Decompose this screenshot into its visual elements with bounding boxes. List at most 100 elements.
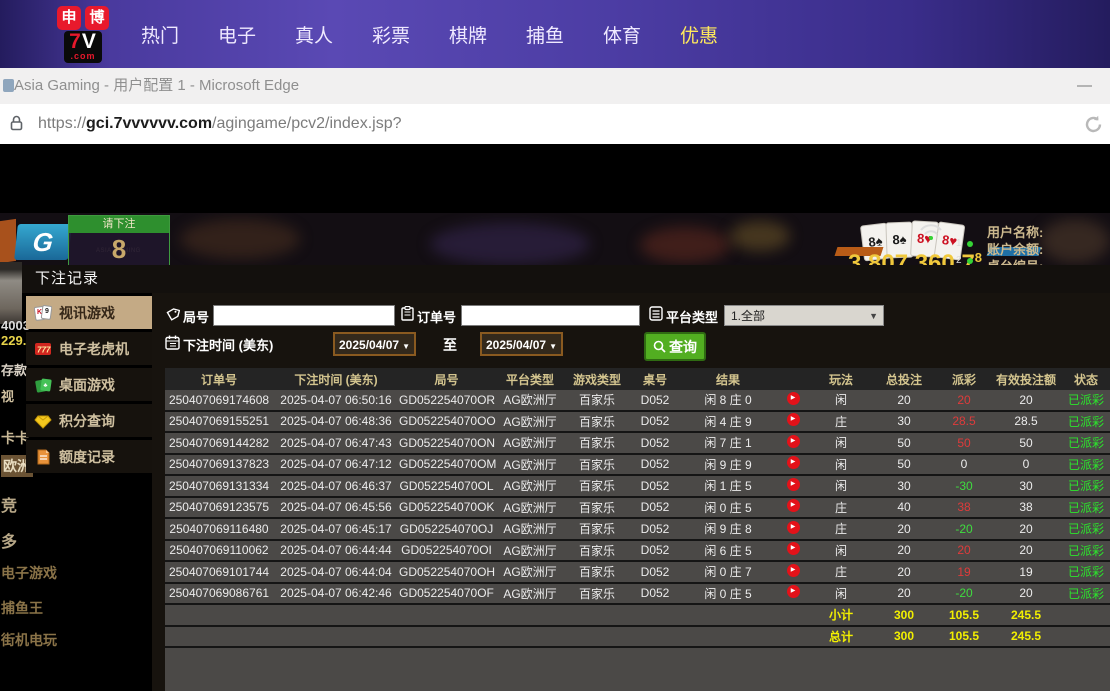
cell-platform: AG欧洲厅	[494, 499, 566, 516]
black-band	[0, 144, 1110, 213]
seat-dot	[967, 258, 973, 264]
cell-payout: -20	[938, 522, 990, 536]
bg-fragment: 电子游戏	[1, 563, 57, 583]
cell-result: 闲 6 庄 5	[682, 542, 774, 559]
nav-item-chess[interactable]: 棋牌	[448, 21, 488, 48]
nav-item-promo[interactable]: 优惠	[679, 21, 719, 48]
nav-item-live[interactable]: 真人	[294, 21, 334, 48]
cell-status: 已派彩	[1062, 477, 1110, 494]
round-id-input[interactable]	[213, 305, 395, 326]
cell-valid-bet: 38	[990, 500, 1062, 514]
nav-item-fishing[interactable]: 捕鱼	[525, 21, 565, 48]
document-icon	[34, 448, 52, 466]
date-to-picker[interactable]: 2025/04/07	[480, 332, 563, 356]
replay-play-icon[interactable]	[787, 542, 800, 555]
address-input[interactable]: https://gci.7vvvvvv.com/agingame/pcv2/in…	[38, 104, 402, 144]
platform-stack-icon	[649, 306, 663, 321]
replay-play-icon[interactable]	[787, 521, 800, 534]
cell-table: D052	[628, 522, 682, 536]
logo-badges: 申 博	[57, 6, 109, 30]
replay-play-icon[interactable]	[787, 456, 800, 469]
nav-item-lottery[interactable]: 彩票	[371, 21, 411, 48]
cell-play-type: 闲	[812, 477, 870, 494]
bg-fragment: 卡卡	[1, 428, 29, 448]
col-payout: 派彩	[938, 371, 990, 388]
cell-total-bet: 20	[870, 565, 938, 579]
cell-play-type: 闲	[812, 542, 870, 559]
replay-play-icon[interactable]	[787, 499, 800, 512]
table-filler	[165, 648, 1110, 691]
sidebar-item-quota-records[interactable]: 额度记录	[26, 440, 152, 473]
tab-favicon	[3, 79, 14, 92]
col-game-type: 游戏类型	[566, 371, 628, 388]
logo-suffix: .com	[69, 52, 97, 61]
cell-platform: AG欧洲厅	[494, 542, 566, 559]
subtotal-row: 小计 300 105.5 245.5	[165, 605, 1110, 627]
cell-total-bet: 20	[870, 393, 938, 407]
col-total-bet: 总投注	[870, 371, 938, 388]
url-domain: gci.7vvvvvv.com	[86, 115, 212, 132]
slot-777-icon: 777	[34, 340, 52, 358]
cell-round: GD052254070OK	[399, 500, 494, 514]
date-from-picker[interactable]: 2025/04/07	[333, 332, 416, 356]
svg-text:9: 9	[45, 308, 49, 315]
bg-fragment: 街机电玩	[1, 630, 57, 650]
cell-time: 2025-04-07 06:47:12	[273, 457, 399, 471]
total-row: 总计 300 105.5 245.5	[165, 627, 1110, 649]
replay-play-icon[interactable]	[787, 564, 800, 577]
sidebar-item-label: 积分查询	[59, 411, 115, 431]
cell-game-type: 百家乐	[566, 434, 628, 451]
cell-play-type: 闲	[812, 434, 870, 451]
sidebar-item-slot-machines[interactable]: 777 电子老虎机	[26, 332, 152, 365]
sidebar-item-live-games[interactable]: K9 视讯游戏	[26, 296, 152, 329]
col-round: 局号	[399, 371, 494, 388]
replay-play-icon[interactable]	[787, 392, 800, 405]
cell-status: 已派彩	[1062, 563, 1110, 580]
query-button[interactable]: 查询	[644, 332, 706, 361]
cell-platform: AG欧洲厅	[494, 477, 566, 494]
cell-status: 已派彩	[1062, 499, 1110, 516]
nav-item-sports[interactable]: 体育	[602, 21, 642, 48]
cell-status: 已派彩	[1062, 391, 1110, 408]
records-sidebar: K9 视讯游戏 777 电子老虎机 ♣ 桌面游戏 积分查询	[26, 293, 152, 476]
window-titlebar: Asia Gaming - 用户配置 1 - Microsoft Edge —	[0, 68, 1110, 105]
cell-total-bet: 40	[870, 500, 938, 514]
calendar-icon	[165, 335, 180, 350]
cell-total-bet: 20	[870, 586, 938, 600]
cell-play-type: 庄	[812, 563, 870, 580]
replay-play-icon[interactable]	[787, 585, 800, 598]
cell-platform: AG欧洲厅	[494, 391, 566, 408]
cell-result: 闲 9 庄 8	[682, 520, 774, 537]
cell-round: GD052254070OO	[399, 414, 494, 428]
replay-play-icon[interactable]	[787, 413, 800, 426]
svg-text:777: 777	[37, 345, 51, 354]
cell-order: 250407069123575	[165, 500, 273, 514]
refresh-icon[interactable]	[1083, 114, 1104, 135]
table-row: 250407069131334 2025-04-07 06:46:37 GD05…	[165, 476, 1110, 498]
total-valid: 245.5	[990, 629, 1062, 643]
cell-payout: 19	[938, 565, 990, 579]
replay-play-icon[interactable]	[787, 435, 800, 448]
cell-status: 已派彩	[1062, 434, 1110, 451]
cell-valid-bet: 19	[990, 565, 1062, 579]
site-logo[interactable]: 申 博 7V .com	[48, 6, 118, 63]
nav-item-hot[interactable]: 热门	[140, 21, 180, 48]
table-body: 250407069174608 2025-04-07 06:50:16 GD05…	[165, 390, 1110, 605]
sidebar-item-points-query[interactable]: 积分查询	[26, 404, 152, 437]
window-title: Asia Gaming - 用户配置 1 - Microsoft Edge	[14, 68, 299, 104]
replay-play-icon[interactable]	[787, 478, 800, 491]
cell-result: 闲 0 庄 5	[682, 499, 774, 516]
platform-select[interactable]: 1.全部	[724, 305, 884, 326]
ag-logo: G	[14, 224, 72, 260]
order-id-input[interactable]	[461, 305, 640, 326]
subtotal-valid: 245.5	[990, 608, 1062, 622]
cell-round: GD052254070OL	[399, 479, 494, 493]
minimize-button[interactable]: —	[1077, 77, 1092, 94]
table-row: 250407069123575 2025-04-07 06:45:56 GD05…	[165, 498, 1110, 520]
playing-cards-icon: K9	[34, 304, 52, 322]
order-id-label: 订单号	[417, 307, 456, 326]
sidebar-item-table-games[interactable]: ♣ 桌面游戏	[26, 368, 152, 401]
nav-item-slots[interactable]: 电子	[217, 21, 257, 48]
logo-badge-left: 申	[57, 6, 81, 30]
cell-play-type: 闲	[812, 391, 870, 408]
